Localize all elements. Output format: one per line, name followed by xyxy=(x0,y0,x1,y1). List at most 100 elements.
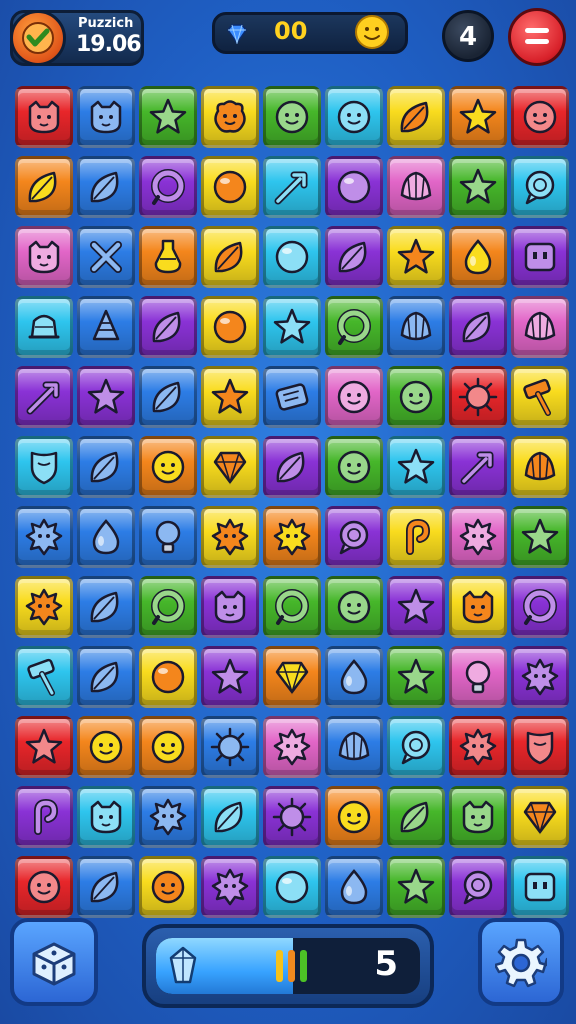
tile-cyan-cat-face[interactable] xyxy=(77,786,135,848)
tile-blue-cone[interactable] xyxy=(77,296,135,358)
tile-purple-orb[interactable] xyxy=(325,156,383,218)
tile-purple-cat-face[interactable] xyxy=(201,576,259,638)
tile-purple-star[interactable] xyxy=(387,576,445,638)
tile-yellow-hook[interactable] xyxy=(387,506,445,568)
tile-purple-star[interactable] xyxy=(77,366,135,428)
tile-purple-leaf[interactable] xyxy=(263,436,321,498)
tile-orange-star[interactable] xyxy=(449,86,507,148)
tile-cyan-orb[interactable] xyxy=(263,226,321,288)
tile-orange-drop[interactable] xyxy=(449,226,507,288)
tile-pink-face[interactable] xyxy=(325,366,383,428)
tile-orange-face[interactable] xyxy=(139,436,197,498)
tile-green-cat-face[interactable] xyxy=(449,786,507,848)
tile-yellow-cat-face[interactable] xyxy=(449,576,507,638)
tile-purple-spiky[interactable] xyxy=(511,646,569,708)
tile-yellow-gem[interactable] xyxy=(201,436,259,498)
menu-button[interactable] xyxy=(508,8,566,66)
tile-green-star[interactable] xyxy=(449,156,507,218)
tile-pink-spiky[interactable] xyxy=(449,506,507,568)
tile-blue-drop[interactable] xyxy=(325,856,383,918)
tile-purple-leaf[interactable] xyxy=(139,296,197,358)
tile-blue-leaf[interactable] xyxy=(77,576,135,638)
tile-orange-spiky[interactable] xyxy=(263,506,321,568)
tile-yellow-gem[interactable] xyxy=(511,786,569,848)
tile-pink-cat-face[interactable] xyxy=(15,226,73,288)
tile-green-face[interactable] xyxy=(325,576,383,638)
tile-green-face[interactable] xyxy=(325,436,383,498)
tile-yellow-leaf[interactable] xyxy=(387,86,445,148)
tile-green-leaf[interactable] xyxy=(387,786,445,848)
tile-green-star[interactable] xyxy=(387,646,445,708)
tile-blue-leaf[interactable] xyxy=(77,436,135,498)
settings-button[interactable] xyxy=(478,918,564,1006)
tile-yellow-orb[interactable] xyxy=(201,156,259,218)
tile-pink-shell[interactable] xyxy=(511,296,569,358)
tile-orange-gem[interactable] xyxy=(263,646,321,708)
tile-cyan-bubble[interactable] xyxy=(511,156,569,218)
tile-cyan-cube[interactable] xyxy=(511,856,569,918)
tile-yellow-blob-face[interactable] xyxy=(201,86,259,148)
tile-cyan-orb[interactable] xyxy=(263,856,321,918)
tile-green-face[interactable] xyxy=(387,366,445,428)
tile-yellow-face[interactable] xyxy=(139,856,197,918)
tile-yellow-hammer[interactable] xyxy=(511,366,569,428)
tile-cyan-hammer[interactable] xyxy=(15,646,73,708)
tile-green-star[interactable] xyxy=(387,856,445,918)
tile-blue-scroll[interactable] xyxy=(263,366,321,428)
tile-red-spiky[interactable] xyxy=(449,716,507,778)
tile-purple-spiky[interactable] xyxy=(201,856,259,918)
tile-cyan-star[interactable] xyxy=(263,296,321,358)
tile-purple-leaf[interactable] xyxy=(325,226,383,288)
tile-purple-arrow[interactable] xyxy=(15,366,73,428)
tile-cyan-star[interactable] xyxy=(387,436,445,498)
tile-pink-shell[interactable] xyxy=(387,156,445,218)
tile-yellow-orb[interactable] xyxy=(201,296,259,358)
tile-purple-star[interactable] xyxy=(201,646,259,708)
tile-purple-bubble[interactable] xyxy=(325,506,383,568)
tile-green-ring[interactable] xyxy=(139,576,197,638)
tile-cyan-bell[interactable] xyxy=(15,296,73,358)
tile-cyan-bubble[interactable] xyxy=(387,716,445,778)
tile-blue-leaf[interactable] xyxy=(77,156,135,218)
tile-yellow-shell[interactable] xyxy=(511,436,569,498)
tile-blue-spiky[interactable] xyxy=(139,786,197,848)
tile-red-face[interactable] xyxy=(15,856,73,918)
tile-yellow-orb[interactable] xyxy=(139,646,197,708)
tile-blue-sun[interactable] xyxy=(201,716,259,778)
tile-cyan-arrow[interactable] xyxy=(263,156,321,218)
tile-orange-face[interactable] xyxy=(77,716,135,778)
tile-purple-arrow[interactable] xyxy=(449,436,507,498)
tile-green-star[interactable] xyxy=(139,86,197,148)
tile-red-sun[interactable] xyxy=(449,366,507,428)
tile-blue-leaf[interactable] xyxy=(139,366,197,428)
tile-purple-ring[interactable] xyxy=(139,156,197,218)
tile-yellow-spiky[interactable] xyxy=(201,506,259,568)
tile-yellow-star[interactable] xyxy=(387,226,445,288)
tile-green-ring[interactable] xyxy=(263,576,321,638)
tile-orange-face[interactable] xyxy=(325,786,383,848)
tile-cyan-shield[interactable] xyxy=(15,436,73,498)
tile-blue-drop[interactable] xyxy=(325,646,383,708)
tile-purple-leaf[interactable] xyxy=(449,296,507,358)
tile-cyan-face[interactable] xyxy=(325,86,383,148)
booster-box-button[interactable] xyxy=(10,918,98,1006)
tile-red-shield[interactable] xyxy=(511,716,569,778)
tile-orange-leaf[interactable] xyxy=(15,156,73,218)
tile-yellow-spiky[interactable] xyxy=(15,576,73,638)
tile-red-star[interactable] xyxy=(15,716,73,778)
tile-green-ring[interactable] xyxy=(325,296,383,358)
tile-purple-sun[interactable] xyxy=(263,786,321,848)
tile-purple-bubble[interactable] xyxy=(449,856,507,918)
tile-yellow-star[interactable] xyxy=(201,366,259,428)
tile-cyan-leaf[interactable] xyxy=(201,786,259,848)
tile-blue-bulb[interactable] xyxy=(139,506,197,568)
tile-red-face[interactable] xyxy=(511,86,569,148)
tile-red-cat-face[interactable] xyxy=(15,86,73,148)
tile-orange-potion[interactable] xyxy=(139,226,197,288)
tile-purple-cube[interactable] xyxy=(511,226,569,288)
tile-blue-shell[interactable] xyxy=(325,716,383,778)
tile-blue-shell[interactable] xyxy=(387,296,445,358)
tile-yellow-leaf[interactable] xyxy=(201,226,259,288)
tile-blue-leaf[interactable] xyxy=(77,856,135,918)
tile-green-star[interactable] xyxy=(511,506,569,568)
